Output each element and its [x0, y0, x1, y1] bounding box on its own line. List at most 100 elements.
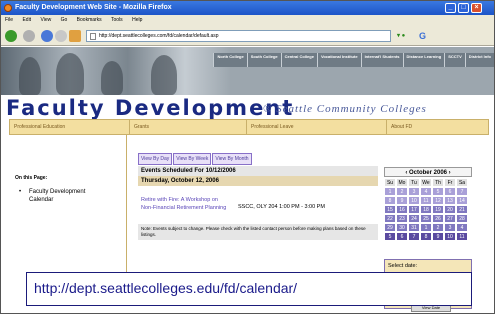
- mini-calendar: ‹ October 2006 › Su Mo Tu We Th Fr Sa 1 2 3 4 5 6 7 8 9…: [384, 167, 472, 241]
- calendar-day[interactable]: 24: [408, 214, 420, 223]
- calendar-day[interactable]: 1: [384, 187, 396, 196]
- calendar-day[interactable]: 16: [396, 205, 408, 214]
- college-nav-north[interactable]: North College: [213, 53, 247, 67]
- view-by-day-button[interactable]: View By Day: [138, 153, 173, 165]
- tab-about-fd[interactable]: About FD: [387, 120, 488, 134]
- minimize-button[interactable]: _: [445, 3, 456, 13]
- calendar-day[interactable]: 7: [456, 187, 468, 196]
- google-search-icon[interactable]: G: [419, 30, 433, 42]
- calendar-day[interactable]: 30: [396, 223, 408, 232]
- college-nav-district[interactable]: District Info: [464, 53, 494, 67]
- menu-help[interactable]: Help: [132, 17, 142, 23]
- calendar-day[interactable]: 4: [456, 223, 468, 232]
- site-banner: North College South College Central Coll…: [1, 47, 494, 95]
- calendar-dow: Th: [432, 178, 444, 187]
- calendar-day[interactable]: 8: [384, 196, 396, 205]
- calendar-dow: We: [420, 178, 432, 187]
- college-nav-vocational[interactable]: Vocational Institute: [316, 53, 361, 67]
- address-url: http://dept.seattlecolleges.com/fd/calen…: [99, 33, 219, 39]
- college-nav-south[interactable]: South College: [246, 53, 281, 67]
- person-figure: [19, 57, 41, 95]
- calendar-dow: Fr: [444, 178, 456, 187]
- calendar-day[interactable]: 15: [384, 205, 396, 214]
- calendar-day[interactable]: 9: [396, 196, 408, 205]
- college-nav-scctv[interactable]: SCCTV: [444, 53, 465, 67]
- close-button[interactable]: ×: [471, 3, 482, 13]
- calendar-day[interactable]: 7: [408, 232, 420, 241]
- menu-tools[interactable]: Tools: [111, 17, 123, 23]
- tab-professional-leave[interactable]: Professional Leave: [247, 120, 387, 134]
- tab-grants[interactable]: Grants: [130, 120, 247, 134]
- calendar-day[interactable]: 27: [444, 214, 456, 223]
- calendar-month-header[interactable]: ‹ October 2006 ›: [384, 167, 472, 177]
- title-bar: Faculty Development Web Site - Mozilla F…: [1, 1, 494, 15]
- calendar-day[interactable]: 17: [408, 205, 420, 214]
- calendar-day[interactable]: 23: [396, 214, 408, 223]
- calendar-day[interactable]: 1: [420, 223, 432, 232]
- back-icon[interactable]: [5, 30, 17, 42]
- navigation-toolbar: http://dept.seattlecolleges.com/fd/calen…: [1, 26, 494, 46]
- calendar-day[interactable]: 19: [432, 205, 444, 214]
- calendar-dow: Tu: [408, 178, 420, 187]
- calendar-dow: Sa: [456, 178, 468, 187]
- calendar-day[interactable]: 6: [396, 232, 408, 241]
- calendar-day[interactable]: 2: [432, 223, 444, 232]
- calendar-day[interactable]: 11: [456, 232, 468, 241]
- calendar-day[interactable]: 3: [408, 187, 420, 196]
- calendar-day[interactable]: 31: [408, 223, 420, 232]
- maximize-button[interactable]: □: [458, 3, 469, 13]
- firefox-icon: [4, 4, 12, 12]
- reload-icon[interactable]: [41, 30, 53, 42]
- address-bar[interactable]: http://dept.seattlecolleges.com/fd/calen…: [86, 30, 391, 42]
- view-by-week-button[interactable]: View By Week: [173, 153, 212, 165]
- tab-professional-education[interactable]: Professional Education: [10, 120, 130, 134]
- calendar-day[interactable]: 20: [444, 205, 456, 214]
- calendar-day[interactable]: 9: [432, 232, 444, 241]
- calendar-day[interactable]: 28: [456, 214, 468, 223]
- calendar-day[interactable]: 12: [432, 196, 444, 205]
- calendar-dow: Mo: [396, 178, 408, 187]
- calendar-day[interactable]: 11: [420, 196, 432, 205]
- stop-icon[interactable]: [55, 30, 67, 42]
- events-heading: Events Scheduled For 10/12/2006: [138, 166, 378, 176]
- forward-icon[interactable]: [23, 30, 35, 42]
- menu-view[interactable]: View: [40, 17, 51, 23]
- calendar-day[interactable]: 5: [384, 232, 396, 241]
- calendar-day[interactable]: 6: [444, 187, 456, 196]
- calendar-day[interactable]: 21: [456, 205, 468, 214]
- menu-edit[interactable]: Edit: [22, 17, 31, 23]
- menu-go[interactable]: Go: [61, 17, 68, 23]
- events-date: Thursday, October 12, 2006: [138, 176, 378, 186]
- college-nav-central[interactable]: Central College: [280, 53, 317, 67]
- events-note: Note: Events subject to change. Please c…: [138, 224, 378, 240]
- calendar-day[interactable]: 4: [420, 187, 432, 196]
- event-link[interactable]: Retire with Fire: A Workshop on Non-Fina…: [141, 196, 231, 212]
- college-nav-distance[interactable]: Distance Learning: [402, 53, 445, 67]
- calendar-day[interactable]: 26: [432, 214, 444, 223]
- calendar-day[interactable]: 13: [444, 196, 456, 205]
- site-title: Faculty Development: [6, 96, 295, 120]
- calendar-day[interactable]: 3: [444, 223, 456, 232]
- sidebar-link-calendar[interactable]: Faculty Development Calendar: [19, 188, 109, 204]
- calendar-day[interactable]: 2: [396, 187, 408, 196]
- view-by-month-button[interactable]: View By Month: [212, 153, 252, 165]
- calendar-day[interactable]: 18: [420, 205, 432, 214]
- college-nav-international[interactable]: Internat'l Students: [360, 53, 403, 67]
- calendar-day[interactable]: 29: [384, 223, 396, 232]
- calendar-day[interactable]: 10: [408, 196, 420, 205]
- calendar-day[interactable]: 22: [384, 214, 396, 223]
- menu-bookmarks[interactable]: Bookmarks: [77, 17, 102, 23]
- calendar-day[interactable]: 14: [456, 196, 468, 205]
- menu-file[interactable]: File: [5, 17, 13, 23]
- calendar-dow: Su: [384, 178, 396, 187]
- sidebar-heading: On this Page:: [15, 175, 48, 181]
- calendar-day[interactable]: 10: [444, 232, 456, 241]
- go-button[interactable]: ▾ ●: [397, 32, 405, 39]
- calendar-day[interactable]: 8: [420, 232, 432, 241]
- page-icon: [90, 33, 96, 40]
- person-figure: [151, 55, 177, 95]
- home-icon[interactable]: [69, 30, 81, 42]
- window-title: Faculty Development Web Site - Mozilla F…: [15, 4, 172, 11]
- calendar-day[interactable]: 25: [420, 214, 432, 223]
- calendar-day[interactable]: 5: [432, 187, 444, 196]
